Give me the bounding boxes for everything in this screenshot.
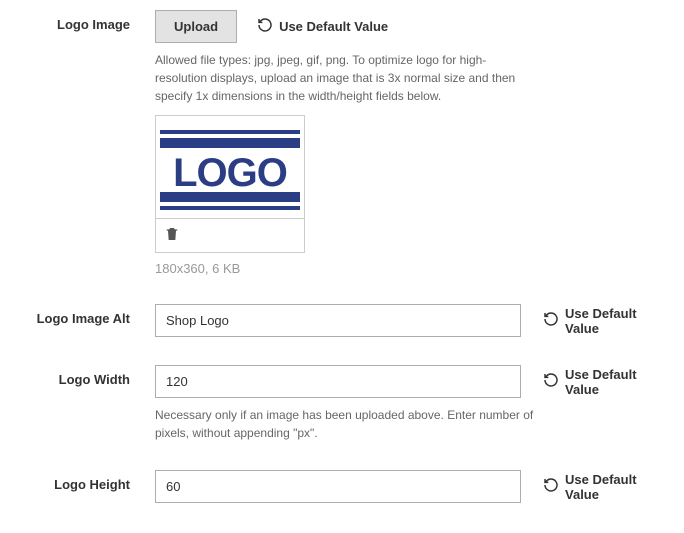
use-default-label: Use Default Value [279,19,388,34]
logo-width-help: Necessary only if an image has been uplo… [155,406,535,442]
undo-icon [257,17,273,36]
logo-image-alt-input[interactable] [155,304,521,337]
use-default-logo-height[interactable]: Use Default Value [543,472,669,502]
undo-icon [543,311,559,330]
logo-preview: LOGO [155,115,305,253]
use-default-label: Use Default Value [565,306,669,336]
logo-image-label: Logo Image [15,10,155,32]
logo-width-input[interactable] [155,365,521,398]
logo-height-label: Logo Height [15,470,155,492]
logo-width-label: Logo Width [15,365,155,387]
logo-image-help: Allowed file types: jpg, jpeg, gif, png.… [155,51,535,105]
svg-text:LOGO: LOGO [173,151,287,195]
logo-image-alt-label: Logo Image Alt [15,304,155,326]
trash-icon [164,231,180,246]
use-default-logo-width[interactable]: Use Default Value [543,367,669,397]
use-default-logo-image[interactable]: Use Default Value [257,17,388,36]
use-default-label: Use Default Value [565,367,669,397]
logo-preview-image: LOGO [156,116,304,218]
logo-preview-meta: 180x360, 6 KB [155,261,669,276]
logo-height-input[interactable] [155,470,521,503]
undo-icon [543,372,559,391]
use-default-label: Use Default Value [565,472,669,502]
delete-logo-button[interactable] [164,231,180,246]
undo-icon [543,477,559,496]
use-default-logo-image-alt[interactable]: Use Default Value [543,306,669,336]
upload-button[interactable]: Upload [155,10,237,43]
